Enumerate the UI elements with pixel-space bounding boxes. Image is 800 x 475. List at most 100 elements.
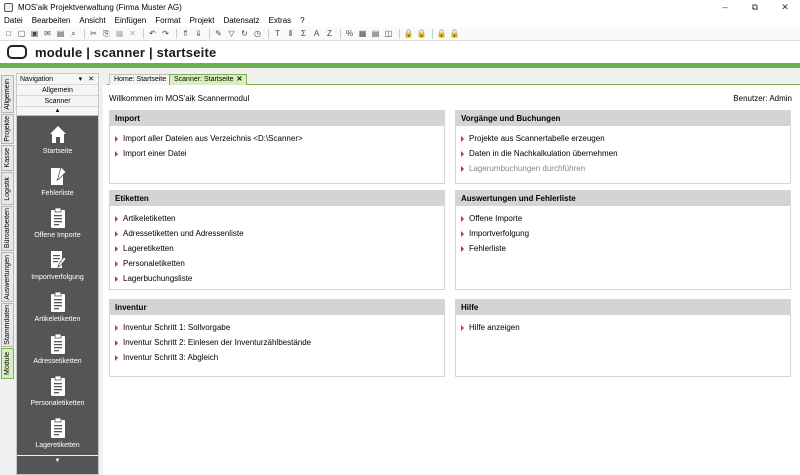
panel-link[interactable]: Personaletiketten (115, 256, 444, 271)
window-icon[interactable]: ◫ (383, 28, 394, 39)
nav-item-artikeletiketten[interactable]: Artikeletiketten (17, 284, 98, 326)
navigation-crumb-scanner[interactable]: Scanner (17, 96, 98, 107)
side-tab-logistik[interactable]: Logistik (1, 172, 14, 205)
nav-item-personaletiketten[interactable]: Personaletiketten (17, 368, 98, 410)
panel-link-list: Inventur Schritt 1: Sollvorgabe Inventur … (110, 315, 444, 365)
edit-icon[interactable]: ✎ (213, 28, 224, 39)
copy-icon[interactable]: ⎘ (101, 28, 112, 39)
tab-close-icon[interactable]: ✕ (237, 76, 243, 83)
tab-home-startseite[interactable]: Home: Startseite (109, 74, 172, 85)
clipboard-icon (49, 417, 67, 439)
current-user: Benutzer: Admin (733, 94, 792, 103)
delete-icon[interactable]: ✕ (127, 28, 138, 39)
sum-icon[interactable]: Σ (298, 28, 309, 39)
panel-link[interactable]: Projekte aus Scannertabelle erzeugen (461, 131, 790, 146)
minimize-button[interactable]: – (710, 0, 740, 14)
panel-link[interactable]: Artikeletiketten (115, 211, 444, 226)
lock-gold-icon[interactable]: 🔒 (449, 28, 460, 39)
lock-blue-icon[interactable]: 🔒 (436, 28, 447, 39)
refresh-icon[interactable]: ↻ (239, 28, 250, 39)
side-tab-label: Allgemein (4, 78, 11, 110)
panel-link[interactable]: Inventur Schritt 3: Abgleich (115, 350, 444, 365)
panel-link[interactable]: Inventur Schritt 1: Sollvorgabe (115, 320, 444, 335)
panel-link[interactable]: Daten in die Nachkalkulation übernehmen (461, 146, 790, 161)
panel-link[interactable]: Import aller Dateien aus Verzeichnis <D:… (115, 131, 444, 146)
column-icon[interactable]: ⫴ (285, 28, 296, 39)
menu-projekt[interactable]: Projekt (190, 16, 215, 25)
calc-icon[interactable]: ▤ (370, 28, 381, 39)
toolbar-separator (432, 28, 433, 39)
menu-format[interactable]: Format (155, 16, 180, 25)
arrow-right-icon (461, 215, 464, 222)
percent-icon[interactable]: % (344, 28, 355, 39)
filter-icon[interactable]: ▽ (226, 28, 237, 39)
navigation-header: Navigation ▾ ✕ (17, 74, 98, 85)
panel-link[interactable]: Inventur Schritt 2: Einlesen der Inventu… (115, 335, 444, 350)
nav-item-lageretiketten[interactable]: Lageretiketten (17, 410, 98, 452)
nav-item-label: Offene Importe (34, 232, 81, 239)
nav-item-offene importe[interactable]: Offene Importe (17, 200, 98, 242)
search-icon[interactable]: ⌕ (68, 28, 79, 39)
menu-einfuegen[interactable]: Einfügen (115, 16, 147, 25)
panel-inventur: Inventur Inventur Schritt 1: Sollvorgabe I… (109, 299, 445, 377)
close-window-button[interactable]: ✕ (770, 0, 800, 14)
menu-datei[interactable]: Datei (4, 16, 23, 25)
nav-item-adressetiketten[interactable]: Adressetiketten (17, 326, 98, 368)
nav-item-startseite[interactable]: Startseite (17, 116, 98, 158)
new-icon[interactable]: □ (3, 28, 14, 39)
panel-link[interactable]: Import einer Datei (115, 146, 444, 161)
lock-red-icon[interactable]: 🔒 (416, 28, 427, 39)
menu-bearbeiten[interactable]: Bearbeiten (32, 16, 71, 25)
maximize-button[interactable]: ⧉ (740, 0, 770, 14)
navigation-scroll-up-button[interactable]: ▲ (17, 107, 98, 116)
arrow-right-icon (115, 354, 118, 361)
side-tab-stammdaten[interactable]: Stammdaten (1, 303, 14, 347)
nav-item-importverfolgung[interactable]: Importverfolgung (17, 242, 98, 284)
lock-yellow-icon[interactable]: 🔒 (403, 28, 414, 39)
clock-icon[interactable]: ◷ (252, 28, 263, 39)
print-preview-icon[interactable]: ▤ (55, 28, 66, 39)
sort-up-icon[interactable]: ⇑ (180, 28, 191, 39)
panel-link[interactable]: Adressetiketten und Adressenliste (115, 226, 444, 241)
undo-icon[interactable]: ↶ (147, 28, 158, 39)
grid-icon[interactable]: ▦ (357, 28, 368, 39)
welcome-text: Willkommen im MOS'aik Scannermodul (109, 94, 250, 103)
navigation-pin-close-buttons[interactable]: ▾ ✕ (79, 75, 96, 83)
side-tab-projekte[interactable]: Projekte (1, 114, 14, 144)
tab-scanner-startseite[interactable]: Scanner: Startseite ✕ (169, 74, 248, 85)
panel-link-label: Inventur Schritt 2: Einlesen der Inventu… (123, 338, 312, 347)
panel-link[interactable]: Importverfolgung (461, 226, 790, 241)
panel-link[interactable]: Hilfe anzeigen (461, 320, 790, 335)
navigation-scroll-down-button[interactable]: ▼ (17, 456, 98, 474)
redo-icon[interactable]: ↷ (160, 28, 171, 39)
side-tab-module[interactable]: Module (1, 348, 14, 379)
mail-icon[interactable]: ✉ (42, 28, 53, 39)
panel-link[interactable]: Offene Importe (461, 211, 790, 226)
save-icon[interactable]: ▣ (29, 28, 40, 39)
side-tab-kasse[interactable]: Kasse (1, 145, 14, 171)
document-pen-icon (49, 249, 67, 271)
side-tab-bueroarbeiten[interactable]: Büroarbeiten (1, 206, 14, 251)
panel-link-label: Lageretiketten (123, 244, 174, 253)
panel-link[interactable]: Lagerbuchungsliste (115, 271, 444, 286)
open-icon[interactable]: ▢ (16, 28, 27, 39)
menu-datensatz[interactable]: Datensatz (223, 16, 259, 25)
side-tab-allgemein[interactable]: Allgemein (1, 75, 14, 113)
nav-item-fehlerliste[interactable]: Fehlerliste (17, 158, 98, 200)
menu-extras[interactable]: Extras (269, 16, 292, 25)
navigation-crumb-allgemein[interactable]: Allgemein (17, 85, 98, 96)
letter-z-icon[interactable]: Z (324, 28, 335, 39)
letter-a-icon[interactable]: A (311, 28, 322, 39)
main-content: Willkommen im MOS'aik Scannermodul Benut… (103, 85, 800, 475)
panel-link[interactable]: Fehlerliste (461, 241, 790, 256)
menu-ansicht[interactable]: Ansicht (79, 16, 105, 25)
text-icon[interactable]: T (272, 28, 283, 39)
menu-help[interactable]: ? (300, 16, 304, 25)
sort-down-icon[interactable]: ⇓ (193, 28, 204, 39)
clipboard-icon (49, 375, 67, 397)
panel-link-label: Offene Importe (469, 214, 523, 223)
paste-icon[interactable]: ▦ (114, 28, 125, 39)
cut-icon[interactable]: ✂ (88, 28, 99, 39)
panel-link[interactable]: Lageretiketten (115, 241, 444, 256)
side-tab-auswertungen[interactable]: Auswertungen (1, 252, 14, 302)
